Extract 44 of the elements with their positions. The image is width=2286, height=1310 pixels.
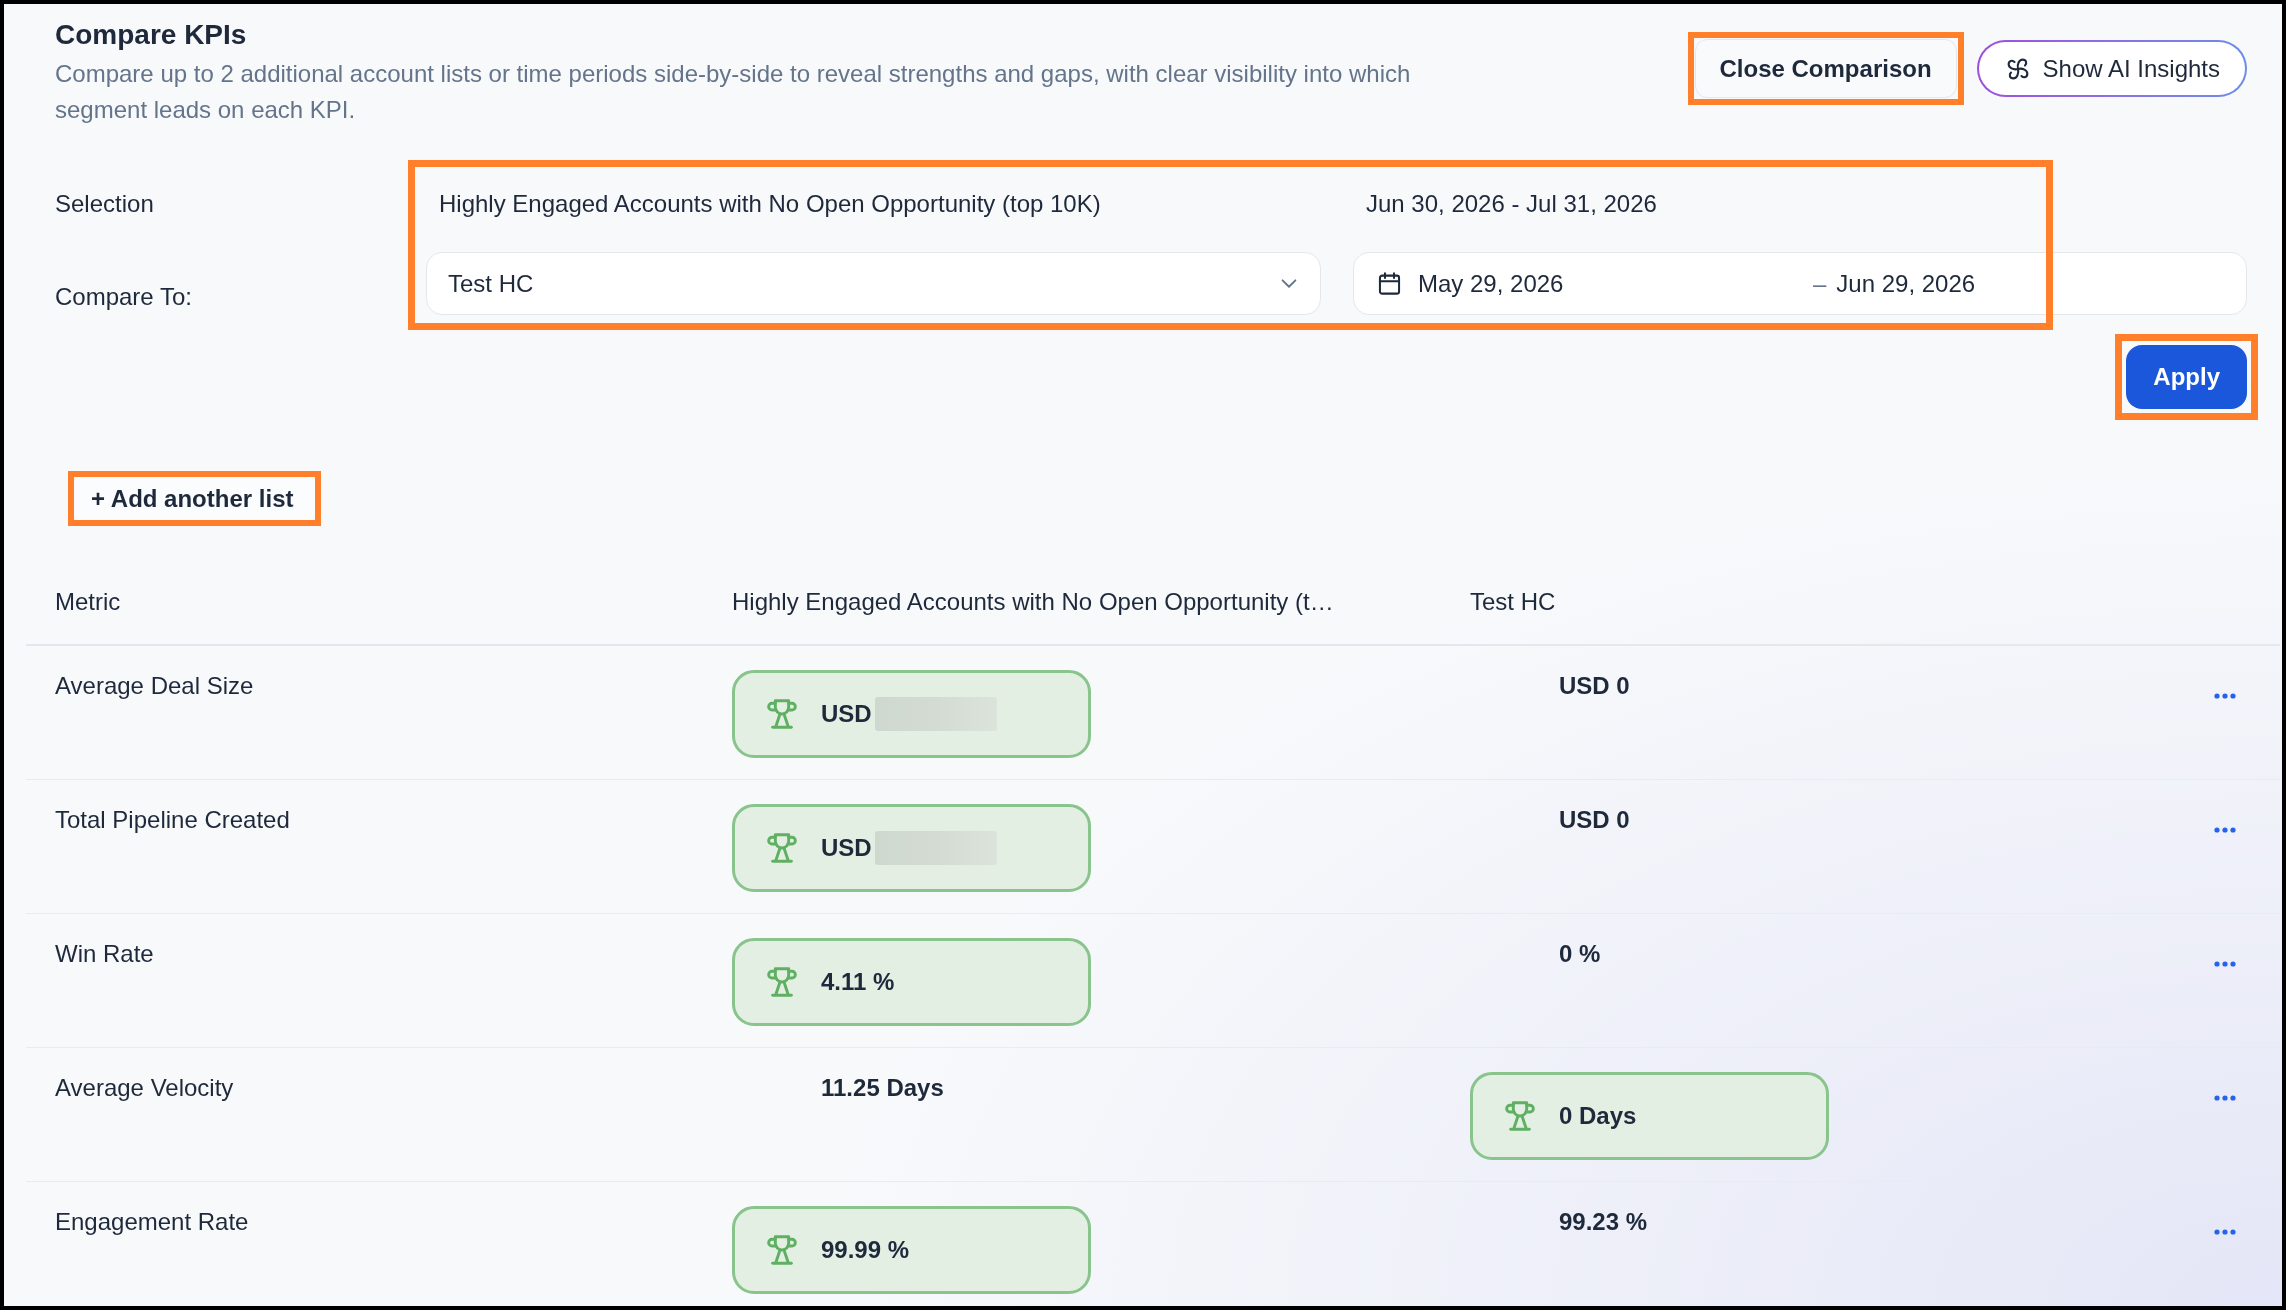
metric-name: Average Deal Size (54, 671, 255, 701)
calendar-icon (1376, 270, 1403, 297)
trophy-icon (766, 697, 798, 731)
more-icon[interactable] (2214, 1229, 2236, 1235)
metric-value: 4.11 % (821, 967, 895, 997)
list-dropdown[interactable]: Test HC (426, 252, 1321, 315)
trophy-icon (1504, 1099, 1536, 1133)
metric-value: USD (821, 699, 872, 729)
metric-value: 0 Days (1559, 1101, 1637, 1131)
field-label: Selection (55, 189, 155, 219)
more-icon[interactable] (2214, 827, 2236, 833)
more-icon[interactable] (2214, 961, 2236, 967)
column-header: Highly Engaged Accounts with No Open Opportunity (t… (732, 587, 1335, 617)
trophy-icon (766, 1233, 798, 1267)
metric-value: USD 0 (1559, 671, 1630, 701)
column-header: Test HC (1470, 587, 1557, 617)
selected-date-range: Jun 30, 2026 - Jul 31, 2026 (1365, 189, 1657, 219)
metric-name: Win Rate (54, 939, 155, 969)
close-comparison-button[interactable]: Close Comparison (1694, 39, 1957, 98)
metric-name: Engagement Rate (54, 1207, 250, 1237)
metric-value: USD (821, 833, 872, 863)
end-date: Jun 29, 2026 (1836, 268, 1976, 299)
start-date: May 29, 2026 (1418, 268, 1565, 299)
date-range-field[interactable]: May 29, 2026 – Jun 29, 2026 (1353, 252, 2247, 315)
metric-value: 0 % (1559, 939, 1601, 969)
metric-value: USD 0 (1559, 805, 1630, 835)
ai-insights-button[interactable]: Show AI Insights (1976, 40, 2247, 97)
field-label: Compare To: (55, 282, 193, 312)
metric-name: Total Pipeline Created (54, 805, 291, 835)
metric-value: 11.25 Days (821, 1073, 944, 1103)
column-header: Metric (54, 587, 122, 617)
apply-button[interactable]: Apply (2126, 345, 2247, 409)
trophy-icon (766, 965, 798, 999)
metric-value: 99.99 % (821, 1235, 910, 1265)
selected-list-name: Highly Engaged Accounts with No Open Opportunity (top 10K) (438, 189, 1102, 219)
page-description: Compare up to 2 additional account lists or time periods side-by-side to reveal strengths and gaps, with clear visibility into which segment leads on each KPI. (55, 59, 1412, 125)
page-title: Compare KPIs (55, 18, 248, 52)
date-separator: – (1813, 268, 1827, 299)
more-icon[interactable] (2214, 1095, 2236, 1101)
dropdown-value: Test HC (448, 268, 534, 299)
metric-name: Average Velocity (54, 1073, 235, 1103)
metric-value: 99.23 % (1559, 1207, 1648, 1237)
trophy-icon (766, 831, 798, 865)
more-icon[interactable] (2214, 693, 2236, 699)
